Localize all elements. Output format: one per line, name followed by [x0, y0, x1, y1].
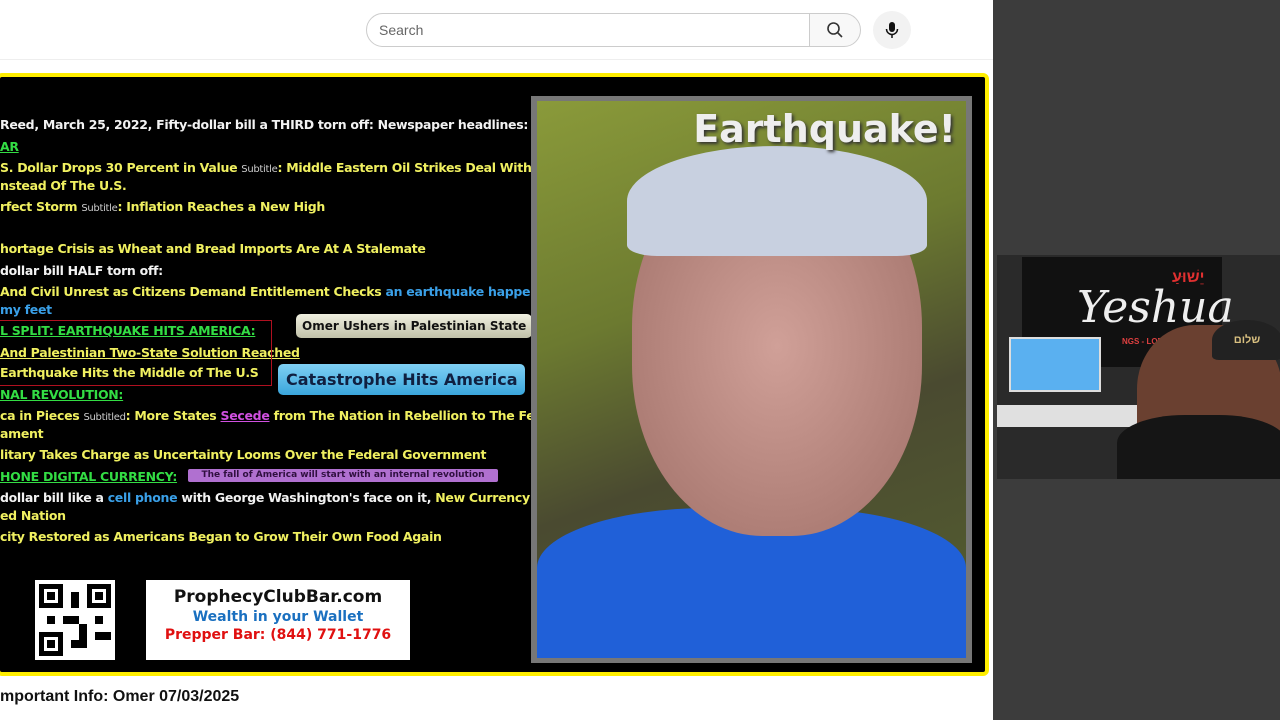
slide-line-segment: hortage Crisis as Wheat and Bread Import…: [0, 241, 426, 256]
slide-line: S. Dollar Drops 30 Percent in Value Subt…: [0, 160, 532, 175]
callout-fall-of-america: The fall of America will start with an i…: [188, 469, 498, 482]
host-body: [1117, 415, 1280, 479]
slide-line-segment: my feet: [0, 302, 52, 317]
presenter-video: Earthquake!: [531, 96, 972, 663]
slide-line: And Civil Unrest as Citizens Demand Enti…: [0, 284, 556, 299]
video-player[interactable]: Reed, March 25, 2022, Fifty-dollar bill …: [0, 73, 989, 676]
slide-line: my feet: [0, 302, 52, 317]
slide-line-segment: rfect Storm: [0, 199, 82, 214]
slide-line: dollar bill like a cell phone with Georg…: [0, 490, 567, 505]
host-cap: שלום: [1212, 320, 1280, 360]
slide-line-segment: : More States: [125, 408, 221, 423]
search-input[interactable]: Search: [366, 13, 810, 47]
slide-line-segment: Reed, March 25, 2022, Fifty-dollar bill …: [0, 117, 529, 132]
slide-line: hortage Crisis as Wheat and Bread Import…: [0, 241, 426, 256]
slide-line: ament: [0, 426, 44, 441]
slide-line: HONE DIGITAL CURRENCY:: [0, 469, 177, 484]
webcam-overlay: Yeshua יֵשׁוּעַ NGS - LORD OF LORDS שלום: [997, 255, 1280, 479]
voice-search-button[interactable]: [873, 11, 911, 49]
search-icon: [827, 22, 843, 38]
slide-line: city Restored as Americans Began to Grow…: [0, 529, 442, 544]
slide-line: ca in Pieces Subtitled: More States Sece…: [0, 408, 570, 423]
slide-line-segment: AR: [0, 139, 19, 154]
video-title: mportant Info: Omer 07/03/2025: [0, 688, 240, 705]
microphone-icon: [885, 22, 899, 38]
page: Search Reed, March 25, 2022, Fifty-dolla…: [0, 0, 993, 720]
slide-line-segment: litary Takes Charge as Uncertainty Looms…: [0, 447, 487, 462]
slide-line-segment: cell phone: [107, 490, 178, 505]
slide-line: litary Takes Charge as Uncertainty Looms…: [0, 447, 487, 462]
ad-phone: Prepper Bar: (844) 771-1776: [164, 627, 392, 643]
slide-line-segment: ca in Pieces: [0, 408, 84, 423]
slide-line-segment: ed Nation: [0, 508, 66, 523]
slide-line-segment: : Middle Eastern Oil Strikes Deal With: [277, 160, 532, 175]
ad-tagline: Wealth in your Wallet: [192, 609, 364, 625]
sponsor-ad: ProphecyClubBar.com Wealth in your Walle…: [146, 580, 410, 660]
presenter-hair: [627, 146, 927, 256]
callout-catastrophe: Catastrophe Hits America: [278, 364, 526, 395]
top-bar: Search: [0, 0, 993, 60]
slide-line: AR: [0, 139, 19, 154]
slide-line-segment: Subtitle: [81, 203, 118, 214]
slide-line-segment: HONE DIGITAL CURRENCY:: [0, 469, 178, 484]
slide-line-segment: from The Nation in Rebellion to The Fede…: [269, 408, 570, 423]
slide-line: rfect Storm Subtitle: Inflation Reaches …: [0, 199, 325, 214]
slide-line-segment: nstead Of The U.S.: [0, 178, 127, 193]
slide-line-segment: dollar bill like a: [0, 490, 108, 505]
slide-line-segment: Subtitle: [241, 164, 278, 175]
highlight-box: [0, 320, 272, 386]
search-button[interactable]: [809, 13, 861, 47]
slide-line: nstead Of The U.S.: [0, 178, 127, 193]
slide-line-segment: Subtitled: [83, 412, 126, 423]
slide-line: NAL REVOLUTION:: [0, 387, 123, 402]
slide-line-segment: Secede: [220, 408, 270, 423]
slide-line: Reed, March 25, 2022, Fifty-dollar bill …: [0, 117, 528, 132]
slide-line: dollar bill HALF torn off:: [0, 263, 163, 278]
ad-site: ProphecyClubBar.com: [173, 587, 383, 607]
slide-line-segment: : Inflation Reaches a New High: [117, 199, 326, 214]
banner-hebrew: יֵשׁוּעַ: [1172, 269, 1205, 286]
slide-line-segment: dollar bill HALF torn off:: [0, 263, 163, 278]
callout-palestinian-state: Omer Ushers in Palestinian State: [296, 314, 533, 338]
inset-caption: Earthquake!: [693, 107, 956, 151]
slide-line: ed Nation: [0, 508, 66, 523]
slide-line-segment: with George Washington's face on it,: [177, 490, 436, 505]
slide-line-segment: NAL REVOLUTION:: [0, 387, 124, 402]
slide-line-segment: S. Dollar Drops 30 Percent in Value: [0, 160, 242, 175]
slide-line-segment: ament: [0, 426, 44, 441]
qr-code: [35, 580, 115, 660]
monitor: [1009, 337, 1101, 392]
slide-line-segment: And Civil Unrest as Citizens Demand Enti…: [0, 284, 386, 299]
slide-line-segment: city Restored as Americans Began to Grow…: [0, 529, 442, 544]
